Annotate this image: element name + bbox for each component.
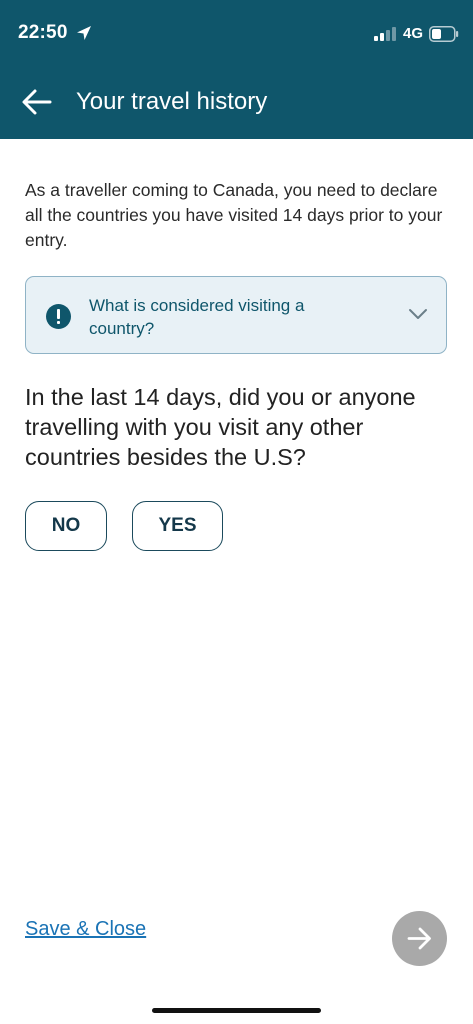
location-arrow-icon xyxy=(77,26,91,40)
travel-question: In the last 14 days, did you or anyone t… xyxy=(25,384,416,470)
nav-bar: Your travel history xyxy=(0,68,473,139)
yes-button[interactable]: YES xyxy=(132,501,223,551)
app-header: 22:50 4G Your travel history xyxy=(0,0,473,139)
arrow-left-icon[interactable] xyxy=(20,86,54,118)
next-button[interactable] xyxy=(392,911,447,966)
arrow-right-icon xyxy=(407,927,431,950)
page-title: Your travel history xyxy=(76,88,268,115)
status-bar: 22:50 4G xyxy=(0,0,473,68)
save-close-link[interactable]: Save & Close xyxy=(25,918,146,941)
signal-icon xyxy=(374,27,396,41)
chevron-down-icon[interactable] xyxy=(408,307,428,321)
battery-icon xyxy=(429,26,459,42)
home-indicator xyxy=(152,1008,321,1013)
no-button[interactable]: NO xyxy=(25,501,107,551)
network-type: 4G xyxy=(403,25,424,42)
visiting-info-accordion[interactable]: What is considered visiting a country? xyxy=(25,276,447,354)
exclamation-icon xyxy=(46,304,71,329)
status-time: 22:50 xyxy=(18,22,68,43)
info-box-text: What is considered visiting a country? xyxy=(89,296,305,338)
intro-text: As a traveller coming to Canada, you nee… xyxy=(25,180,443,250)
